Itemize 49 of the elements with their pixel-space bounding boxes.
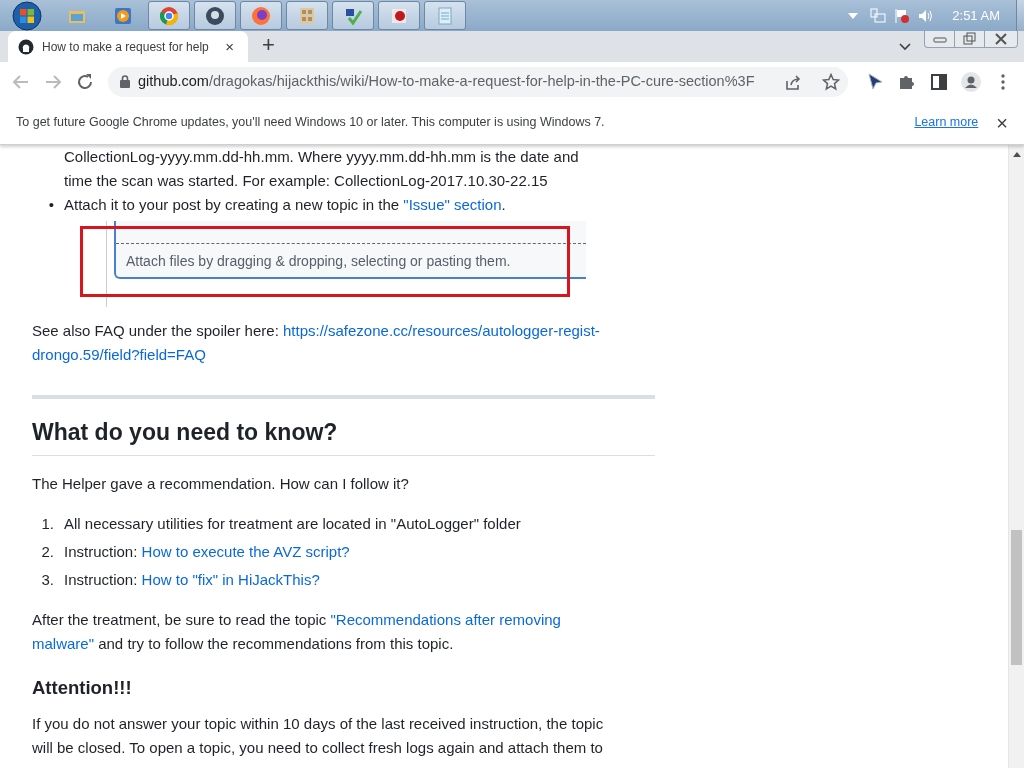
scrollbar[interactable] (1008, 145, 1024, 768)
media-player-icon[interactable] (113, 5, 133, 26)
paragraph-text: If you do not answer your topic within 10 days of the last received instruction, the topic will be closed. To open a topic, you need to collect fresh logs again and attach them to (32, 714, 605, 758)
list-number: 3. (41, 571, 54, 588)
infobar-close-button[interactable]: × (992, 112, 1012, 133)
attach-hint-text: Attach files by dragging & dropping, selecting or pasting them. (126, 252, 511, 271)
bullet-marker: • (48, 196, 54, 213)
flag-alert-icon[interactable] (894, 7, 911, 24)
list-item-text: Instruction: How to execute the AVZ script? (64, 542, 350, 562)
star-icon[interactable] (822, 72, 840, 91)
list-item-text: CollectionLog-yyyy.mm.dd-hh.mm. Where yyyy.mm.dd-hh.mm is the date and time the scan was started. For example: CollectionLog-2017.10.30-22.15 (64, 147, 579, 191)
side-panel-icon[interactable] (929, 71, 949, 92)
share-icon[interactable] (784, 72, 802, 91)
subsection-heading: Attention!!! (32, 676, 133, 700)
address-bar[interactable]: github.com/dragokas/hijackthis/wiki/How-to-make-a-request-for-help-in-the-PC-cure-section%3F (108, 66, 848, 97)
section-heading: What do you need to know? (32, 417, 655, 456)
url-text: github.com/dragokas/hijackthis/wiki/How-to-make-a-request-for-help-in-the-PC-cure-section%3F (138, 71, 756, 91)
infobar-message: To get future Google Chrome updates, you'll need Windows 10 or later. This computer is using Windows 7. (16, 114, 606, 132)
link[interactable]: How to "fix" in HiJackThis? (141, 571, 320, 588)
list-number: 1. (41, 515, 54, 532)
list-number: 2. (41, 543, 54, 560)
link[interactable]: https://safezone.cc/resources/autologger-regist- (283, 322, 600, 339)
tab-close-button[interactable]: × (221, 39, 238, 54)
start-orb-icon[interactable] (12, 0, 42, 31)
list-item-text: All necessary utilities for treatment are located in "AutoLogger" folder (64, 514, 521, 534)
link[interactable]: How to execute the AVZ script? (141, 543, 350, 560)
link[interactable]: "Issue" section (403, 196, 502, 213)
new-tab-button[interactable]: + (258, 33, 279, 56)
tab-search-icon[interactable] (899, 43, 911, 51)
browser-tab[interactable]: How to make a request for help × (8, 31, 248, 62)
tab-title: How to make a request for help (42, 38, 210, 56)
paragraph-text: After the treatment, be sure to read the topic "Recommendations after removing malware" and try to follow the recommendations from this topic. (32, 610, 562, 654)
close-icon[interactable] (992, 31, 1010, 47)
paragraph-text: See also FAQ under the spoiler here: https://safezone.cc/resources/autologger-regist- drongo.59/field?field=FAQ (32, 321, 601, 365)
reload-icon[interactable] (75, 71, 95, 92)
list-item-text: Attach it to your post by creating a new topic in the "Issue" section. (64, 195, 506, 215)
link[interactable]: "Recommendations after removing (330, 611, 561, 628)
cursor-icon[interactable] (865, 71, 885, 92)
paragraph-text: The Helper gave a recommendation. How can I follow it? (32, 474, 410, 494)
list-item-text: Instruction: How to "fix" in HiJackThis? (64, 570, 320, 590)
scroll-up-icon[interactable] (1013, 151, 1021, 157)
profile-icon[interactable] (961, 71, 981, 92)
link[interactable]: drongo.59/field?field=FAQ (32, 346, 206, 363)
lock-icon (120, 75, 130, 88)
link[interactable]: malware" (32, 635, 94, 652)
chrome-icon[interactable] (159, 5, 179, 26)
learn-more-link[interactable]: Learn more (914, 113, 979, 132)
restore-icon[interactable] (960, 31, 979, 47)
scrollbar-thumb[interactable] (1011, 530, 1022, 665)
